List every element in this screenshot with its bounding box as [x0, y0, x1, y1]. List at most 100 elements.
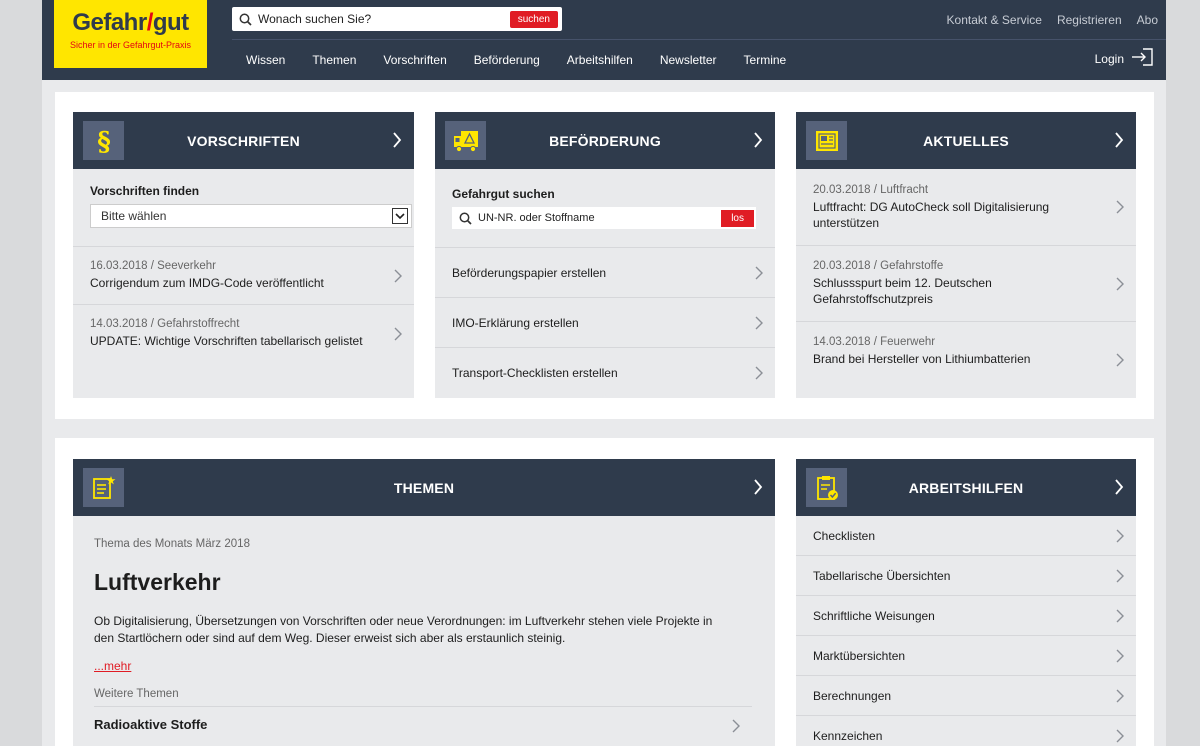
- item-text: IMO-Erklärung erstellen: [452, 315, 579, 330]
- nav-item-arbeitshilfen[interactable]: Arbeitshilfen: [567, 53, 633, 67]
- item-meta: 14.03.2018 / Feuerwehr: [813, 336, 936, 348]
- item-text: Brand bei Hersteller von Lithiumbatterie…: [813, 352, 1031, 366]
- list-item[interactable]: 14.03.2018 / Feuerwehr Brand bei Herstel…: [796, 322, 1136, 398]
- top-links: Kontakt & Service Registrieren Abo: [947, 13, 1158, 27]
- card-title-befoerderung: BEFÖRDERUNG: [549, 132, 661, 149]
- item-text: Kennzeichen: [813, 729, 883, 743]
- header-divider: [232, 39, 1166, 40]
- nav-item-vorschriften[interactable]: Vorschriften: [383, 53, 446, 67]
- list-item[interactable]: IMO-Erklärung erstellen: [435, 298, 775, 348]
- chevron-right-icon: [392, 132, 402, 153]
- site-search-input[interactable]: [258, 12, 510, 26]
- list-item[interactable]: Radioaktive Stoffe: [94, 706, 752, 733]
- search-icon: [232, 13, 258, 26]
- list-item[interactable]: 20.03.2018 / Gefahrstoffe Schlussspurt b…: [796, 246, 1136, 322]
- item-text: Marktübersichten: [813, 648, 906, 663]
- themen-kicker: Thema des Monats März 2018: [94, 538, 250, 550]
- link-kontakt-service[interactable]: Kontakt & Service: [947, 13, 1042, 27]
- nav-item-themen[interactable]: Themen: [312, 53, 356, 67]
- list-item[interactable]: 14.03.2018 / Gefahrstoffrecht UPDATE: Wi…: [73, 305, 414, 363]
- chevron-right-icon: [1116, 728, 1124, 746]
- gefahrgut-search: Gefahrgut suchen los: [435, 169, 775, 248]
- list-item[interactable]: Berechnungen: [796, 676, 1136, 716]
- paragraph-icon: §: [83, 121, 124, 160]
- list-item[interactable]: Tabellarische Übersichten: [796, 556, 1136, 596]
- chevron-right-icon: [1116, 608, 1124, 627]
- card-befoerderung: BEFÖRDERUNG Gefahrgut suchen los Beförde…: [435, 112, 775, 398]
- themen-headline[interactable]: Luftverkehr: [94, 569, 754, 596]
- list-item[interactable]: Beförderungspapier erstellen: [435, 248, 775, 298]
- item-meta: 20.03.2018 / Gefahrstoffe: [813, 260, 944, 272]
- chevron-right-icon: [394, 326, 402, 345]
- item-text: Luftfracht: DG AutoCheck soll Digitalisi…: [813, 200, 1050, 230]
- card-header-aktuelles[interactable]: AKTUELLES: [796, 112, 1136, 169]
- list-item[interactable]: Transport-Checklisten erstellen: [435, 348, 775, 397]
- card-themen: THEMEN Thema des Monats März 2018 Luftve…: [73, 459, 775, 746]
- link-abo[interactable]: Abo: [1137, 13, 1158, 27]
- vorschriften-finder: Vorschriften finden Bitte wählen: [73, 169, 414, 247]
- chevron-right-icon: [732, 718, 740, 737]
- chevron-right-icon: [1116, 648, 1124, 667]
- chevron-right-icon: [394, 268, 402, 287]
- item-text: Schriftliche Weisungen: [813, 608, 935, 623]
- item-text: Beförderungspapier erstellen: [452, 265, 607, 280]
- login-button[interactable]: Login: [1095, 48, 1154, 69]
- item-text: Checklisten: [813, 528, 876, 543]
- weitere-themen-label: Weitere Themen: [94, 688, 179, 700]
- logo-title: Gefahr/gut: [72, 9, 189, 36]
- vorschriften-select[interactable]: Bitte wählen: [90, 204, 412, 228]
- nav-item-termine[interactable]: Termine: [744, 53, 787, 67]
- newspaper-icon: [806, 121, 847, 160]
- chevron-right-icon: [1116, 528, 1124, 547]
- list-item[interactable]: 20.03.2018 / Luftfracht Luftfracht: DG A…: [796, 169, 1136, 246]
- chevron-right-icon: [755, 315, 763, 334]
- chevron-right-icon: [1116, 352, 1124, 371]
- item-text: Corrigendum zum IMDG-Code veröffentlicht: [90, 276, 324, 290]
- list-item[interactable]: Checklisten: [796, 516, 1136, 556]
- chevron-right-icon: [1114, 132, 1124, 153]
- nav-item-newsletter[interactable]: Newsletter: [660, 53, 717, 67]
- link-registrieren[interactable]: Registrieren: [1057, 13, 1122, 27]
- nav-item-wissen[interactable]: Wissen: [246, 53, 285, 67]
- card-header-befoerderung[interactable]: BEFÖRDERUNG: [435, 112, 775, 169]
- nav-item-befoerderung[interactable]: Beförderung: [474, 53, 540, 67]
- list-item[interactable]: 16.03.2018 / Seeverkehr Corrigendum zum …: [73, 247, 414, 305]
- themen-teaser: Ob Digitalisierung, Übersetzungen von Vo…: [94, 614, 713, 645]
- svg-text:§: §: [97, 127, 111, 155]
- un-search-box: los: [452, 207, 756, 229]
- chevron-right-icon: [1116, 199, 1124, 218]
- themen-body: Thema des Monats März 2018 Luftverkehr O…: [73, 516, 775, 733]
- search-button[interactable]: suchen: [509, 10, 558, 28]
- item-text: Schlussspurt beim 12. Deutschen Gefahrst…: [813, 276, 992, 306]
- un-search-input[interactable]: [478, 212, 722, 224]
- search-icon: [452, 212, 478, 225]
- item-meta: 20.03.2018 / Luftfracht: [813, 184, 929, 196]
- list-item[interactable]: Schriftliche Weisungen: [796, 596, 1136, 636]
- item-meta: 14.03.2018 / Gefahrstoffrecht: [90, 318, 240, 330]
- mehr-link[interactable]: ...mehr: [94, 659, 131, 673]
- login-icon: [1130, 48, 1154, 69]
- top-panel: § VORSCHRIFTEN Vorschriften finden Bitte…: [55, 92, 1154, 419]
- list-item[interactable]: Marktübersichten: [796, 636, 1136, 676]
- card-header-arbeitshilfen[interactable]: ARBEITSHILFEN: [796, 459, 1136, 516]
- card-aktuelles: AKTUELLES 20.03.2018 / Luftfracht Luftfr…: [796, 112, 1136, 398]
- item-text: Tabellarische Übersichten: [813, 568, 951, 583]
- site-logo[interactable]: Gefahr/gut Sicher in der Gefahrgut-Praxi…: [54, 0, 207, 68]
- card-vorschriften: § VORSCHRIFTEN Vorschriften finden Bitte…: [73, 112, 414, 398]
- list-item[interactable]: Kennzeichen: [796, 716, 1136, 746]
- vorschriften-finder-label: Vorschriften finden: [90, 184, 200, 198]
- item-text: Transport-Checklisten erstellen: [452, 365, 618, 380]
- chevron-right-icon: [1114, 479, 1124, 500]
- logo-subtitle: Sicher in der Gefahrgut-Praxis: [69, 40, 192, 50]
- los-button[interactable]: los: [721, 209, 754, 227]
- chevron-right-icon: [1116, 688, 1124, 707]
- chevron-right-icon: [753, 479, 763, 500]
- card-title-aktuelles: AKTUELLES: [923, 132, 1009, 149]
- card-header-themen[interactable]: THEMEN: [73, 459, 775, 516]
- select-value: Bitte wählen: [101, 209, 167, 223]
- card-header-vorschriften[interactable]: § VORSCHRIFTEN: [73, 112, 414, 169]
- clipboard-check-icon: [806, 468, 847, 507]
- truck-icon: [445, 121, 486, 160]
- chevron-right-icon: [755, 265, 763, 284]
- gefahrgut-search-label: Gefahrgut suchen: [452, 187, 555, 201]
